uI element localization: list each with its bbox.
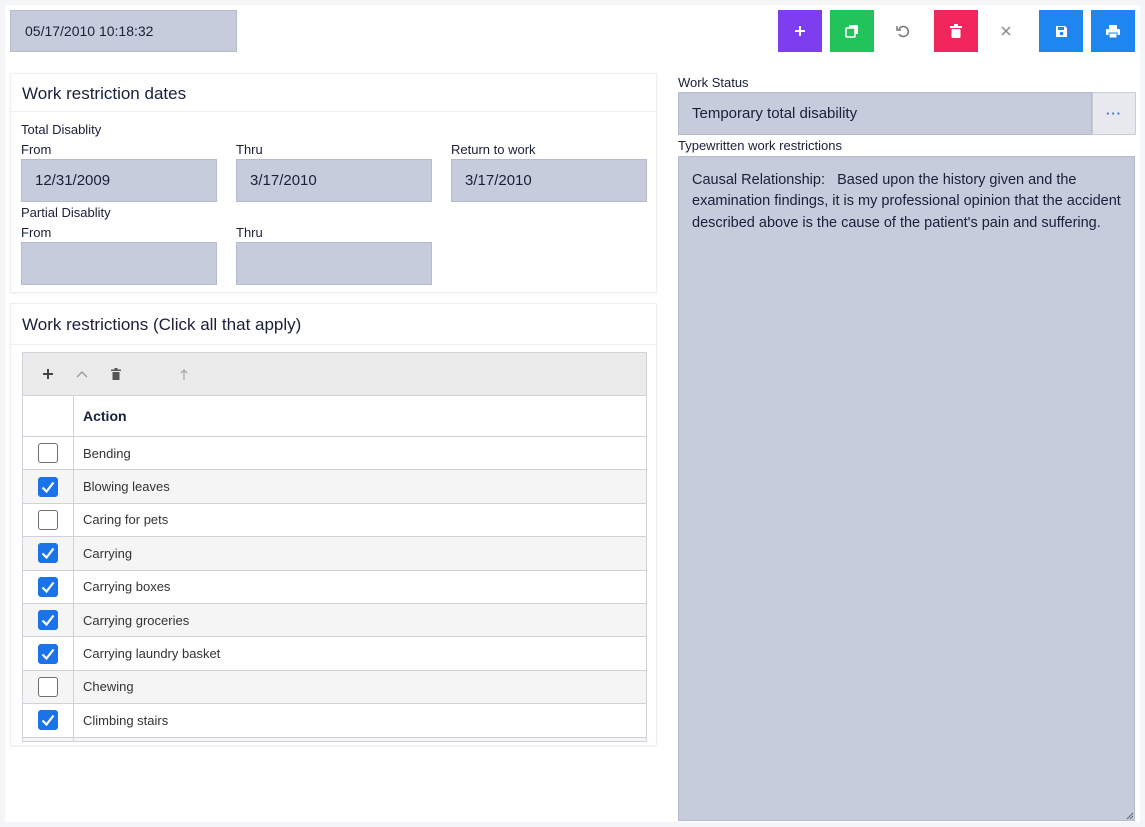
row-action-label: Climbing stairs	[83, 712, 169, 728]
check-icon	[41, 548, 55, 560]
row-checkbox[interactable]	[38, 443, 58, 464]
save-button[interactable]	[1039, 10, 1083, 52]
grid-delete-button[interactable]	[99, 359, 133, 389]
total-from-label: From	[21, 142, 52, 157]
row-checkbox[interactable]	[38, 576, 58, 597]
print-icon	[1106, 24, 1120, 38]
row-checkbox[interactable]	[38, 643, 58, 664]
row-action-label: Carrying boxes	[83, 579, 171, 595]
total-thru-label: Thru	[236, 142, 263, 157]
partial-thru-field[interactable]	[236, 242, 432, 285]
grid-body: Bending Blowing leaves Caring for pets Carr…	[23, 437, 646, 741]
close-icon	[1001, 26, 1011, 36]
undo-button[interactable]	[881, 10, 925, 52]
restrictions-grid: Action Bending Blowing leaves Caring for p…	[22, 352, 647, 742]
work-status-label: Work Status	[678, 75, 749, 90]
close-button[interactable]	[984, 10, 1028, 52]
trash-icon	[111, 368, 121, 380]
undo-icon	[896, 25, 910, 38]
grid-toolbar	[23, 353, 646, 396]
row-checkbox[interactable]	[38, 509, 58, 530]
row-action-label: Blowing leaves	[83, 479, 170, 495]
copy-button[interactable]	[830, 10, 874, 52]
partial-from-label: From	[21, 225, 52, 240]
row-select-cell	[23, 704, 74, 737]
copy-icon	[845, 25, 858, 38]
return-to-work-label: Return to work	[451, 142, 536, 157]
table-row[interactable]: Chewing	[23, 670, 646, 705]
row-select-cell	[23, 470, 74, 503]
check-icon	[41, 715, 55, 727]
grid-spacer	[133, 359, 167, 389]
restrictions-card: Work restrictions (Click all that apply)…	[10, 303, 657, 746]
row-checkbox[interactable]	[38, 476, 58, 497]
check-icon	[41, 581, 55, 593]
table-row[interactable]: Carrying boxes	[23, 570, 646, 604]
row-checkbox[interactable]	[38, 676, 58, 697]
partial-disability-label: Partial Disablity	[21, 205, 111, 220]
grid-header-action[interactable]: Action	[74, 396, 646, 436]
row-select-cell	[23, 537, 74, 570]
check-icon	[41, 481, 55, 493]
work-status-more-button[interactable]: ···	[1092, 92, 1136, 135]
trash-icon	[950, 24, 962, 38]
row-checkbox[interactable]	[38, 610, 58, 631]
table-row[interactable]: Carrying	[23, 537, 646, 571]
plus-icon	[795, 26, 805, 36]
resize-handle-icon[interactable]	[1124, 810, 1134, 820]
grid-header-row: Action	[23, 396, 646, 437]
add-button[interactable]	[778, 10, 822, 52]
return-to-work-field[interactable]: 3/17/2010	[451, 159, 647, 202]
typewritten-label: Typewritten work restrictions	[678, 138, 842, 153]
print-button[interactable]	[1091, 10, 1135, 52]
partial-from-field[interactable]	[21, 242, 217, 285]
row-select-cell	[23, 737, 74, 741]
grid-header-select	[23, 396, 74, 436]
table-row-partial	[23, 737, 646, 741]
row-action-label: Carrying laundry basket	[83, 646, 221, 662]
row-action-label: Chewing	[83, 679, 134, 695]
row-action-label: Caring for pets	[83, 512, 169, 528]
grid-collapse-button[interactable]	[65, 359, 99, 389]
check-icon	[41, 614, 55, 627]
row-action-label	[74, 738, 646, 741]
plus-icon	[43, 369, 53, 379]
total-from-field[interactable]: 12/31/2009	[21, 159, 217, 202]
row-select-cell	[23, 670, 74, 704]
grid-move-up-button[interactable]	[167, 359, 201, 389]
timestamp-field[interactable]: 05/17/2010 10:18:32	[10, 10, 237, 52]
table-row[interactable]: Blowing leaves	[23, 470, 646, 504]
table-row[interactable]: Climbing stairs	[23, 704, 646, 738]
work-status-field[interactable]: Temporary total disability	[678, 92, 1092, 135]
grid-add-button[interactable]	[31, 359, 65, 389]
row-checkbox[interactable]	[38, 710, 58, 731]
row-select-cell	[23, 570, 74, 603]
table-row[interactable]: Carrying laundry basket	[23, 637, 646, 671]
row-select-cell	[23, 437, 74, 470]
row-select-cell	[23, 503, 74, 537]
row-checkbox[interactable]	[38, 543, 58, 564]
row-action-label: Bending	[83, 445, 131, 461]
arrow-up-icon	[180, 368, 188, 380]
dates-card-title: Work restriction dates	[11, 74, 656, 112]
delete-button[interactable]	[934, 10, 978, 52]
check-icon	[41, 648, 55, 660]
typewritten-textarea[interactable]: Causal Relationship: Based upon the hist…	[678, 156, 1135, 821]
total-thru-field[interactable]: 3/17/2010	[236, 159, 432, 202]
row-action-label: Carrying	[83, 545, 133, 561]
total-disability-label: Total Disablity	[21, 122, 102, 137]
row-select-cell	[23, 637, 74, 670]
partial-thru-label: Thru	[236, 225, 263, 240]
restrictions-card-title: Work restrictions (Click all that apply)	[11, 304, 656, 345]
table-row[interactable]: Bending	[23, 437, 646, 471]
row-action-label: Carrying groceries	[83, 612, 190, 628]
row-select-cell	[23, 603, 74, 637]
table-row[interactable]: Caring for pets	[23, 503, 646, 538]
table-row[interactable]: Carrying groceries	[23, 603, 646, 638]
chevron-up-icon	[76, 371, 88, 378]
save-icon	[1055, 25, 1067, 37]
